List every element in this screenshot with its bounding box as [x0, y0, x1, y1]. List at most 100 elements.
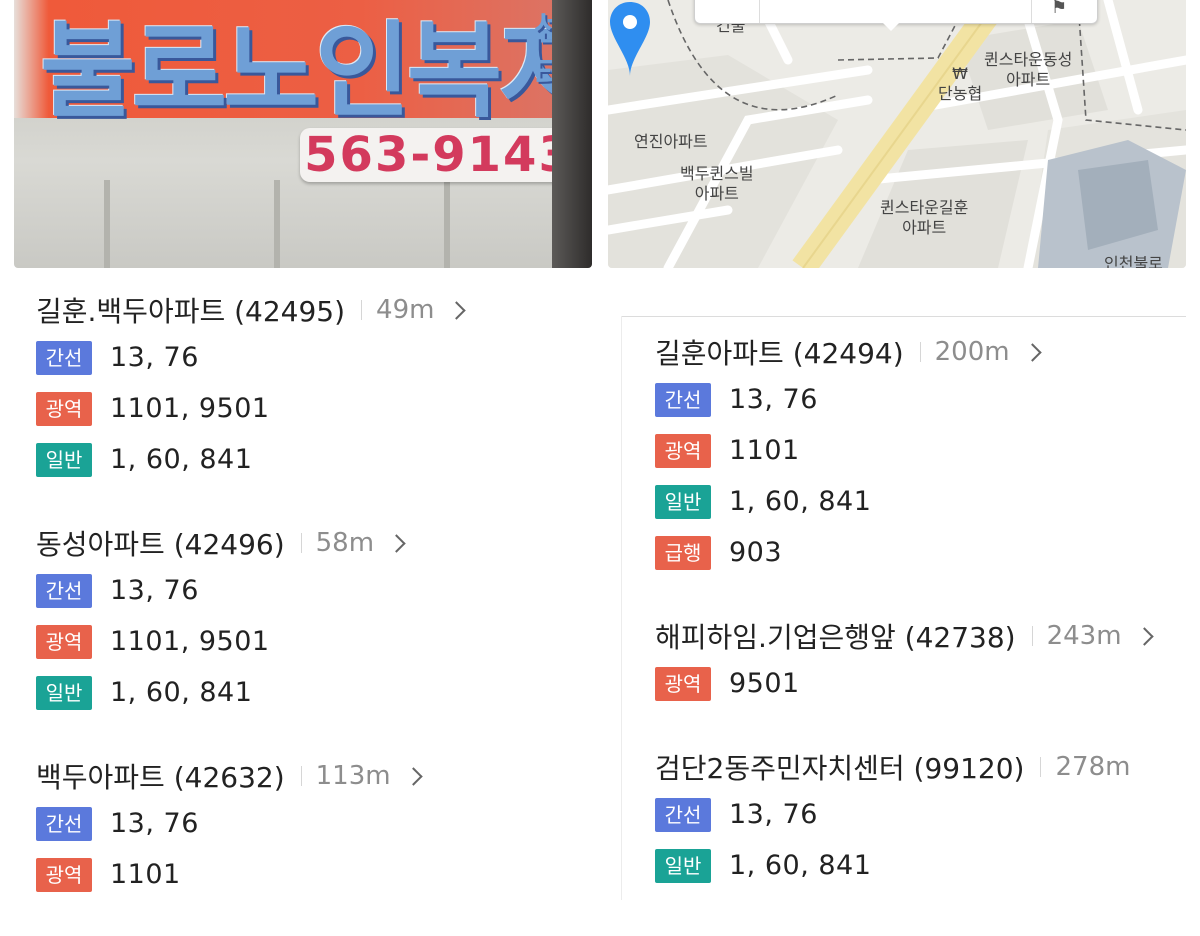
route-numbers: 1, 60, 841: [729, 486, 872, 517]
bus-stop-item[interactable]: 동성아파트 (42496) 58m 간선 13, 76 광역 1101, 950…: [36, 521, 596, 718]
bus-stop-name: 길훈.백두아파트 (42495): [36, 295, 346, 328]
divider: [300, 533, 302, 553]
flag-icon[interactable]: ⚑: [1051, 0, 1067, 18]
sign-phone-number: 563-9143: [300, 128, 578, 182]
nearby-stops-right: 길훈아파트 (42494) 200m 간선 13, 76 광역 1101 일반 …: [655, 330, 1200, 927]
route-numbers: 13, 76: [110, 342, 199, 373]
bus-stop-header[interactable]: 길훈.백두아파트 (42495) 49m: [36, 288, 596, 332]
route-numbers: 13, 76: [110, 808, 199, 839]
route-numbers: 1101, 9501: [110, 626, 270, 657]
bus-stop-header[interactable]: 해피하임.기업은행앞 (42738) 243m: [655, 614, 1200, 658]
route-type-badge: 일반: [655, 848, 711, 883]
callout-divider: [759, 0, 761, 23]
route-type-badge: 광역: [36, 857, 92, 892]
won-icon: ₩: [952, 64, 968, 83]
bus-stop-name: 동성아파트 (42496): [36, 528, 285, 561]
route-row: 일반 1, 60, 841: [655, 476, 1200, 527]
column-divider: [621, 316, 622, 900]
bus-stop-item[interactable]: 백두아파트 (42632) 113m 간선 13, 76 광역 1101: [36, 754, 596, 900]
route-row: 일반 1, 60, 841: [36, 667, 596, 718]
route-row: 광역 1101, 9501: [36, 616, 596, 667]
route-type-badge: 간선: [655, 797, 711, 832]
route-type-badge: 일반: [36, 675, 92, 710]
route-row: 광역 1101, 9501: [36, 383, 596, 434]
map-label: 백두퀸스빌 아파트: [680, 164, 754, 203]
route-type-badge: 광역: [655, 666, 711, 701]
map-label: 퀸스타운동성 아파트: [984, 50, 1073, 89]
route-type-badge: 간선: [655, 382, 711, 417]
route-row: 급행 903: [655, 527, 1200, 578]
bus-stop-item[interactable]: 길훈.백두아파트 (42495) 49m 간선 13, 76 광역 1101, …: [36, 288, 596, 485]
chevron-right-icon[interactable]: [1022, 342, 1042, 362]
section-divider: [622, 316, 1186, 317]
route-row: 광역 1101: [36, 849, 596, 900]
bus-stop-name: 길훈아파트 (42494): [655, 337, 904, 370]
route-row: 일반 1, 60, 841: [655, 840, 1200, 891]
divider: [300, 766, 302, 786]
pin-icon[interactable]: [608, 0, 652, 78]
bus-stop-item[interactable]: 길훈아파트 (42494) 200m 간선 13, 76 광역 1101 일반 …: [655, 330, 1200, 578]
route-numbers: 9501: [729, 668, 800, 699]
route-type-badge: 간선: [36, 340, 92, 375]
bus-stop-name: 해피하임.기업은행앞 (42738): [655, 621, 1016, 654]
route-type-badge: 광역: [655, 433, 711, 468]
route-numbers: 903: [729, 537, 783, 568]
route-row: 광역 1101: [655, 425, 1200, 476]
bus-stop-header[interactable]: 검단2동주민자치센터 (99120) 278m: [655, 745, 1200, 789]
wall-post: [444, 180, 450, 268]
route-numbers: 1, 60, 841: [729, 850, 872, 881]
bus-stop-distance: 243m: [1046, 621, 1122, 651]
bus-stop-item[interactable]: 검단2동주민자치센터 (99120) 278m 간선 13, 76 일반 1, …: [655, 745, 1200, 891]
chevron-right-icon[interactable]: [447, 300, 467, 320]
bus-stop-header[interactable]: 동성아파트 (42496) 58m: [36, 521, 596, 565]
bus-stop-distance: 278m: [1055, 752, 1131, 782]
map-view[interactable]: 건물 ₩ 단농협 퀸스타운동성 아파트 연진아파트 백두퀸스빌 아파트 퀸스타운…: [608, 0, 1186, 268]
route-type-badge: 간선: [36, 806, 92, 841]
callout-divider: [1031, 0, 1033, 23]
bus-stop-name: 백두아파트 (42632): [36, 761, 285, 794]
divider: [1040, 757, 1042, 777]
bus-stop-distance: 200m: [934, 337, 1010, 367]
route-numbers: 1101: [729, 435, 800, 466]
route-row: 일반 1, 60, 841: [36, 434, 596, 485]
route-numbers: 1101: [110, 859, 181, 890]
bus-stop-item[interactable]: 해피하임.기업은행앞 (42738) 243m 광역 9501: [655, 614, 1200, 709]
route-row: 간선 13, 76: [655, 789, 1200, 840]
map-label: 퀸스타운길훈 아파트: [880, 198, 969, 237]
divider: [1031, 626, 1033, 646]
chevron-right-icon[interactable]: [387, 533, 406, 553]
map-label: ₩ 단농협: [938, 64, 983, 103]
callout-tail: [881, 21, 901, 31]
bus-stop-distance: 49m: [376, 295, 435, 325]
storefront-photo[interactable]: 불로노인복지 센터 563-9143: [14, 0, 592, 268]
route-row: 간선 13, 76: [655, 374, 1200, 425]
route-numbers: 1101, 9501: [110, 393, 270, 424]
map-label: 연진아파트: [634, 132, 708, 151]
route-numbers: 1, 60, 841: [110, 677, 253, 708]
bus-stop-header[interactable]: 백두아파트 (42632) 113m: [36, 754, 596, 798]
route-numbers: 1, 60, 841: [110, 444, 253, 475]
route-type-badge: 일반: [655, 484, 711, 519]
route-numbers: 13, 76: [729, 799, 818, 830]
route-type-badge: 급행: [655, 535, 711, 570]
route-type-badge: 일반: [36, 442, 92, 477]
sign-text: 불로노인복지: [40, 10, 592, 132]
photo-edge-shadow: [552, 0, 592, 268]
divider: [361, 300, 363, 320]
bus-stop-name: 검단2동주민자치센터 (99120): [655, 752, 1025, 785]
route-type-badge: 간선: [36, 573, 92, 608]
map-callout[interactable]: ⚑: [694, 0, 1098, 31]
route-row: 간선 13, 76: [36, 798, 596, 849]
route-numbers: 13, 76: [729, 384, 818, 415]
route-numbers: 13, 76: [110, 575, 199, 606]
map-label: 인천불로: [1104, 254, 1163, 268]
bus-stop-header[interactable]: 길훈아파트 (42494) 200m: [655, 330, 1200, 374]
nearby-stops-left: 길훈.백두아파트 (42495) 49m 간선 13, 76 광역 1101, …: [36, 288, 596, 936]
chevron-right-icon[interactable]: [1134, 626, 1154, 646]
route-row: 간선 13, 76: [36, 332, 596, 383]
divider: [919, 342, 921, 362]
route-row: 광역 9501: [655, 658, 1200, 709]
route-type-badge: 광역: [36, 624, 92, 659]
chevron-right-icon[interactable]: [403, 766, 423, 786]
wall-post: [274, 180, 280, 268]
